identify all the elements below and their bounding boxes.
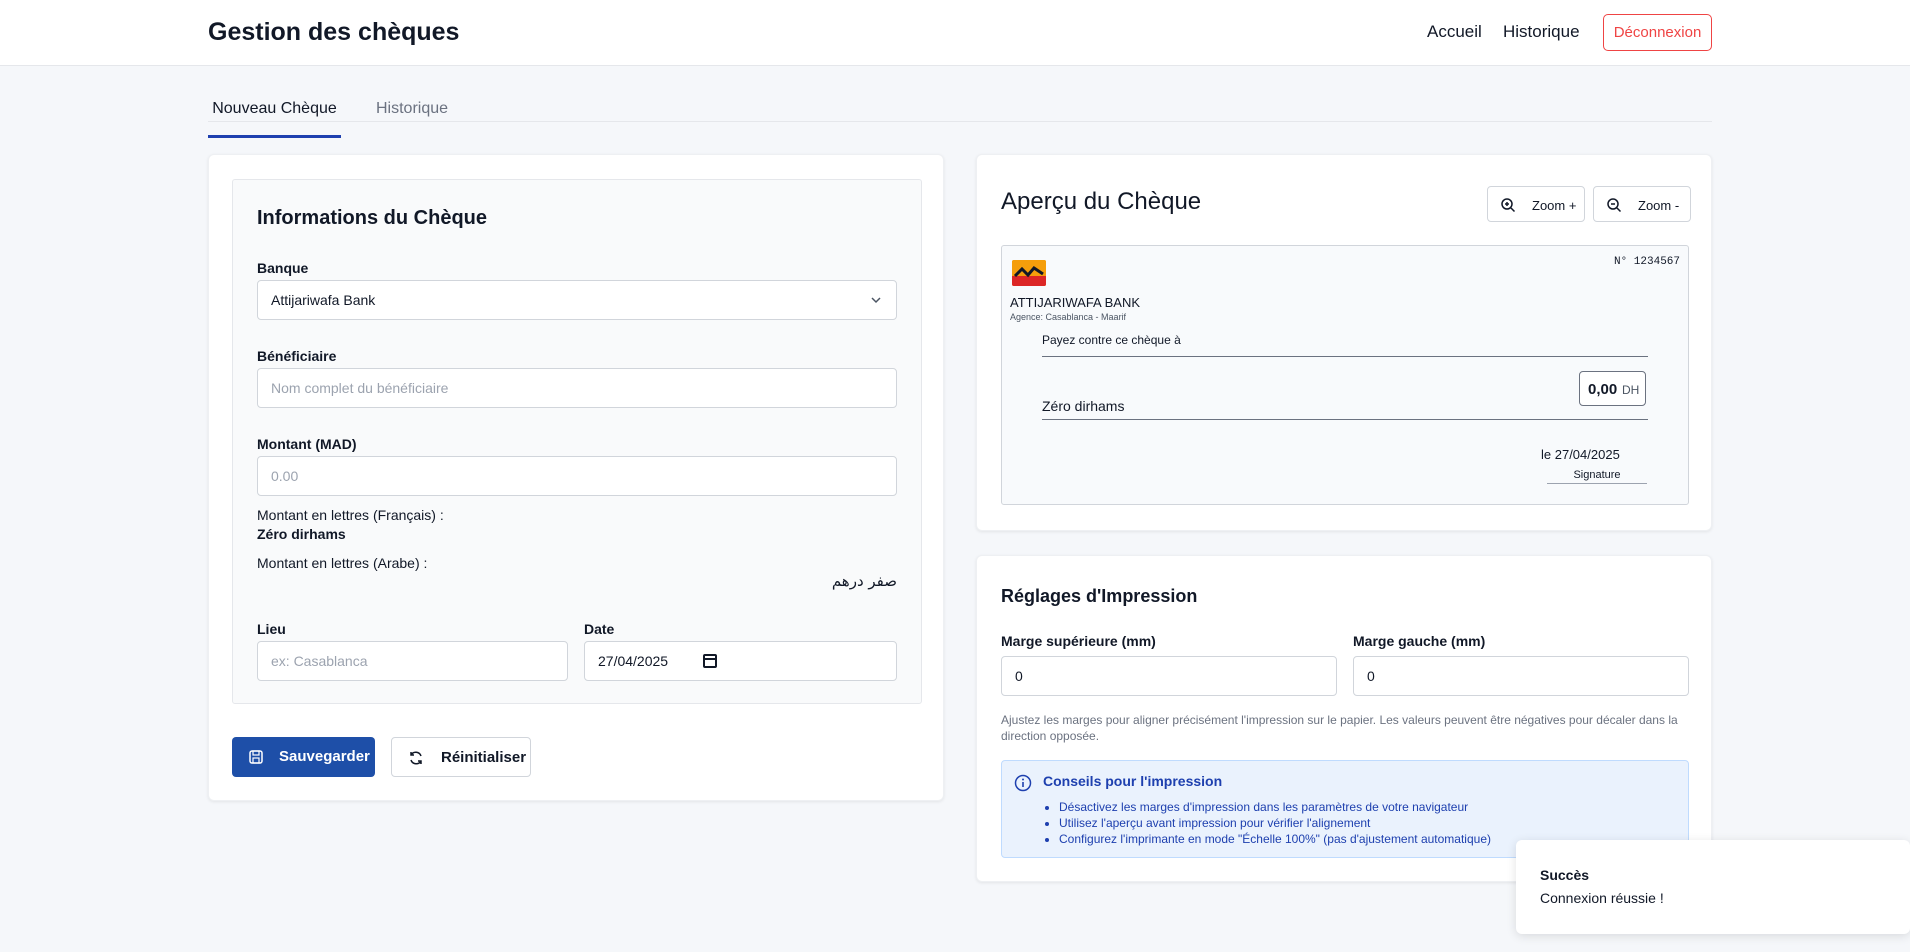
cheque-payee-line <box>1042 356 1648 357</box>
cheque-currency: DH <box>1622 383 1640 397</box>
top-margin-input[interactable]: 0 <box>1001 656 1337 696</box>
chevron-down-icon <box>870 281 882 321</box>
place-input[interactable]: ex: Casablanca <box>257 641 568 681</box>
amount-words-ar-label: Montant en lettres (Arabe) : <box>257 555 428 571</box>
cheque-number: N° 1234567 <box>1613 256 1680 268</box>
top-margin-label: Marge supérieure (mm) <box>1001 633 1156 649</box>
amount-label: Montant (MAD) <box>257 436 357 452</box>
success-toast[interactable]: Succès Connexion réussie ! <box>1516 840 1910 934</box>
left-margin-input[interactable]: 0 <box>1353 656 1689 696</box>
print-settings-card: Réglages d'Impression Marge supérieure (… <box>976 555 1712 882</box>
toast-message: Connexion réussie ! <box>1540 890 1664 906</box>
preview-title: Aperçu du Chèque <box>1001 188 1202 215</box>
print-help-text: Ajustez les marges pour aligner précisém… <box>1001 713 1678 743</box>
cheque-preview: N° 1234567 ATTIJARIWAFA BANK Agence: Cas… <box>1001 245 1689 505</box>
save-button[interactable]: Sauvegarder <box>232 737 375 777</box>
cheque-amount: 0,00 <box>1588 381 1618 398</box>
cheque-date: le 27/04/2025 <box>1541 447 1620 462</box>
print-tips-title: Conseils pour l'impression <box>1043 773 1223 789</box>
zoom-out-icon <box>1607 198 1622 213</box>
save-icon <box>249 750 263 764</box>
amount-words-ar-value: صفر درهم <box>831 572 897 590</box>
cheque-words-line <box>1042 419 1648 420</box>
amount-input[interactable]: 0.00 <box>257 456 897 496</box>
bank-logo-icon <box>1012 260 1046 286</box>
date-input[interactable]: 27/04/2025 <box>584 641 897 681</box>
print-settings-title: Réglages d'Impression <box>1001 586 1198 606</box>
top-navbar: Gestion des chèques Accueil Historique D… <box>0 0 1910 66</box>
bank-select[interactable]: Attijariwafa Bank <box>257 280 897 320</box>
toast-title: Succès <box>1540 867 1590 883</box>
tab-history[interactable]: Historique <box>376 98 448 138</box>
zoom-in-button[interactable]: Zoom + <box>1487 186 1585 222</box>
cheque-signature: Signature <box>1547 469 1647 484</box>
save-button-label: Sauvegarder <box>279 748 370 765</box>
amount-words-fr-value: Zéro dirhams <box>257 526 346 542</box>
zoom-in-label: Zoom + <box>1532 198 1577 213</box>
beneficiary-input[interactable]: Nom complet du bénéficiaire <box>257 368 897 408</box>
date-value: 27/04/2025 <box>598 653 669 669</box>
cheque-amount-box: 0,00 DH <box>1579 371 1646 406</box>
print-tip-item: Configurez l'imprimante en mode "Échelle… <box>1059 831 1491 847</box>
reset-button[interactable]: Réinitialiser <box>391 737 531 777</box>
print-tips-list: Désactivez les marges d'impression dans … <box>1059 799 1491 847</box>
left-margin-label: Marge gauche (mm) <box>1353 633 1486 649</box>
section-title: Informations du Chèque <box>257 207 487 229</box>
reset-button-label: Réinitialiser <box>441 749 527 766</box>
cheque-info-panel: Informations du Chèque Banque Attijariwa… <box>232 179 922 704</box>
date-label: Date <box>584 621 615 637</box>
nav-home-link[interactable]: Accueil <box>1427 22 1482 42</box>
cheque-preview-card: Aperçu du Chèque Zoom + Zoom - N° 123456… <box>976 154 1712 531</box>
cheque-amount-words: Zéro dirhams <box>1042 398 1125 414</box>
logout-button[interactable]: Déconnexion <box>1603 14 1712 51</box>
tab-bar: Nouveau Chèque Historique <box>208 98 1712 138</box>
cheque-pay-to-label: Payez contre ce chèque à <box>1042 333 1181 347</box>
place-label: Lieu <box>257 621 286 637</box>
bank-select-value: Attijariwafa Bank <box>271 292 376 308</box>
info-icon <box>1014 774 1032 792</box>
cheque-bank-name: ATTIJARIWAFA BANK <box>1010 295 1141 310</box>
nav-history-link[interactable]: Historique <box>1503 22 1580 42</box>
calendar-icon[interactable] <box>703 654 717 668</box>
zoom-out-label: Zoom - <box>1638 198 1680 213</box>
app-title: Gestion des chèques <box>208 18 460 46</box>
refresh-icon <box>410 751 422 765</box>
cheque-agency: Agence: Casablanca - Maarif <box>1010 312 1127 322</box>
beneficiary-label: Bénéficiaire <box>257 348 337 364</box>
zoom-in-icon <box>1501 198 1516 213</box>
amount-words-fr-label: Montant en lettres (Français) : <box>257 507 444 523</box>
print-tip-item: Utilisez l'aperçu avant impression pour … <box>1059 815 1491 831</box>
bank-label: Banque <box>257 260 309 276</box>
zoom-out-button[interactable]: Zoom - <box>1593 186 1691 222</box>
cheque-form-card: Informations du Chèque Banque Attijariwa… <box>208 154 944 801</box>
print-tip-item: Désactivez les marges d'impression dans … <box>1059 799 1491 815</box>
tab-new-cheque[interactable]: Nouveau Chèque <box>208 98 341 138</box>
